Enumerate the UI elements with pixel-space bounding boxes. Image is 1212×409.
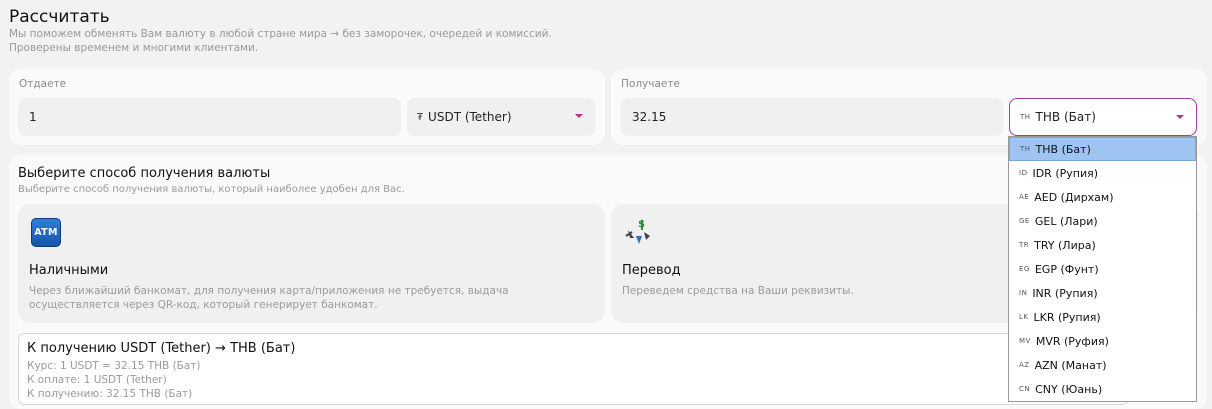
dropdown-option-label: EGP (Фунт): [1034, 262, 1099, 276]
page-subtitle-line-1: Мы поможем обменять Вам валюту в любой с…: [9, 28, 552, 40]
money-transfer-icon: $: [625, 219, 650, 244]
method-title: Выберите способ получения валюты: [18, 166, 271, 181]
dropdown-option-cny[interactable]: CN CNY (Юань): [1009, 377, 1196, 401]
flag-icon: LK: [1019, 313, 1029, 321]
atm-icon: ATM: [31, 218, 61, 247]
flag-icon: TH: [1020, 113, 1031, 121]
method-card-desc: Через ближайший банкомат, для получения …: [29, 285, 509, 311]
currency-dropdown-list[interactable]: TH THB (Бат) ID IDR (Рупия) AE AED (Дирхам)…: [1008, 136, 1197, 402]
get-amount-value: 32.15: [632, 110, 667, 124]
dropdown-option-label: INR (Рупия): [1032, 286, 1098, 300]
dropdown-option-aed[interactable]: AE AED (Дирхам): [1009, 185, 1196, 209]
dropdown-option-try[interactable]: TR TRY (Лира): [1009, 233, 1196, 257]
method-card-title: Наличными: [29, 263, 109, 278]
give-amount-input[interactable]: 1: [18, 98, 401, 136]
dropdown-option-idr[interactable]: ID IDR (Рупия): [1009, 161, 1196, 185]
chevron-down-icon: [575, 114, 583, 118]
dropdown-option-gel[interactable]: GE GEL (Лари): [1009, 209, 1196, 233]
summary-rate: Курс: 1 USDT = 32.15 THB (Бат): [27, 360, 201, 372]
dropdown-option-label: AED (Дирхам): [1034, 190, 1114, 204]
dropdown-option-azn[interactable]: AZ AZN (Манат): [1009, 353, 1196, 377]
svg-text:$: $: [638, 219, 645, 230]
summary-box: К получению USDT (Tether) → THB (Бат) Ку…: [18, 333, 1128, 405]
get-amount-input[interactable]: 32.15: [621, 98, 1003, 136]
summary-pay: К оплате: 1 USDT (Tether): [27, 374, 167, 386]
get-panel: Получаете 32.15 TH THB (Бат): [611, 69, 1207, 145]
dropdown-option-egp[interactable]: EG EGP (Фунт): [1009, 257, 1196, 281]
dropdown-option-label: IDR (Рупия): [1032, 166, 1099, 180]
flag-icon: AZ: [1019, 361, 1030, 369]
flag-icon: TH: [1020, 145, 1031, 153]
page-subtitle-line-2: Проверены временем и многими клиентами.: [9, 41, 259, 54]
method-card-cash[interactable]: ATM Наличными Через ближайший банкомат, …: [18, 204, 605, 323]
dropdown-option-inr[interactable]: IN INR (Рупия): [1009, 281, 1196, 305]
page-title: Рассчитать: [9, 7, 110, 27]
tether-icon: ₮: [417, 111, 424, 123]
summary-title: К получению USDT (Tether) → THB (Бат): [27, 341, 296, 356]
give-panel: Отдаете 1 ₮ USDT (Tether): [9, 69, 605, 145]
dropdown-option-label: TRY (Лира): [1034, 238, 1096, 252]
dropdown-option-label: CNY (Юань): [1035, 382, 1103, 396]
summary-receive: К получению: 32.15 THB (Бат): [27, 388, 193, 400]
dropdown-option-label: MVR (Руфия): [1035, 334, 1109, 348]
get-label: Получаете: [621, 78, 680, 90]
give-currency-select[interactable]: ₮ USDT (Tether): [407, 98, 595, 136]
flag-icon: CN: [1019, 385, 1031, 393]
flag-icon: EG: [1019, 265, 1030, 273]
dropdown-option-label: AZN (Манат): [1034, 358, 1107, 372]
dropdown-option-mvr[interactable]: MV MVR (Руфия): [1009, 329, 1196, 353]
get-currency-value: THB (Бат): [1035, 110, 1096, 124]
page-header: Рассчитать Мы поможем обменять Вам валют…: [9, 6, 709, 55]
dropdown-option-label: GEL (Лари): [1034, 214, 1098, 228]
get-currency-select[interactable]: TH THB (Бат): [1009, 98, 1197, 136]
dropdown-option-label: LKR (Рупия): [1033, 310, 1101, 324]
flag-icon: AE: [1019, 193, 1030, 201]
method-subtitle: Выберите способ получения валюты, которы…: [18, 184, 405, 195]
give-label: Отдаете: [19, 78, 67, 90]
dropdown-option-lkr[interactable]: LK LKR (Рупия): [1009, 305, 1196, 329]
chevron-down-icon: [1176, 115, 1184, 119]
flag-icon: GE: [1019, 217, 1030, 225]
give-amount-value: 1: [29, 110, 37, 124]
flag-icon: ID: [1019, 169, 1028, 177]
method-card-title: Перевод: [622, 263, 681, 278]
dropdown-option-thb[interactable]: TH THB (Бат): [1009, 137, 1196, 161]
flag-icon: TR: [1019, 241, 1030, 249]
flag-icon: MV: [1019, 337, 1031, 345]
give-currency-value: USDT (Tether): [428, 110, 512, 124]
flag-icon: IN: [1019, 289, 1028, 297]
dropdown-option-label: THB (Бат): [1035, 142, 1091, 156]
